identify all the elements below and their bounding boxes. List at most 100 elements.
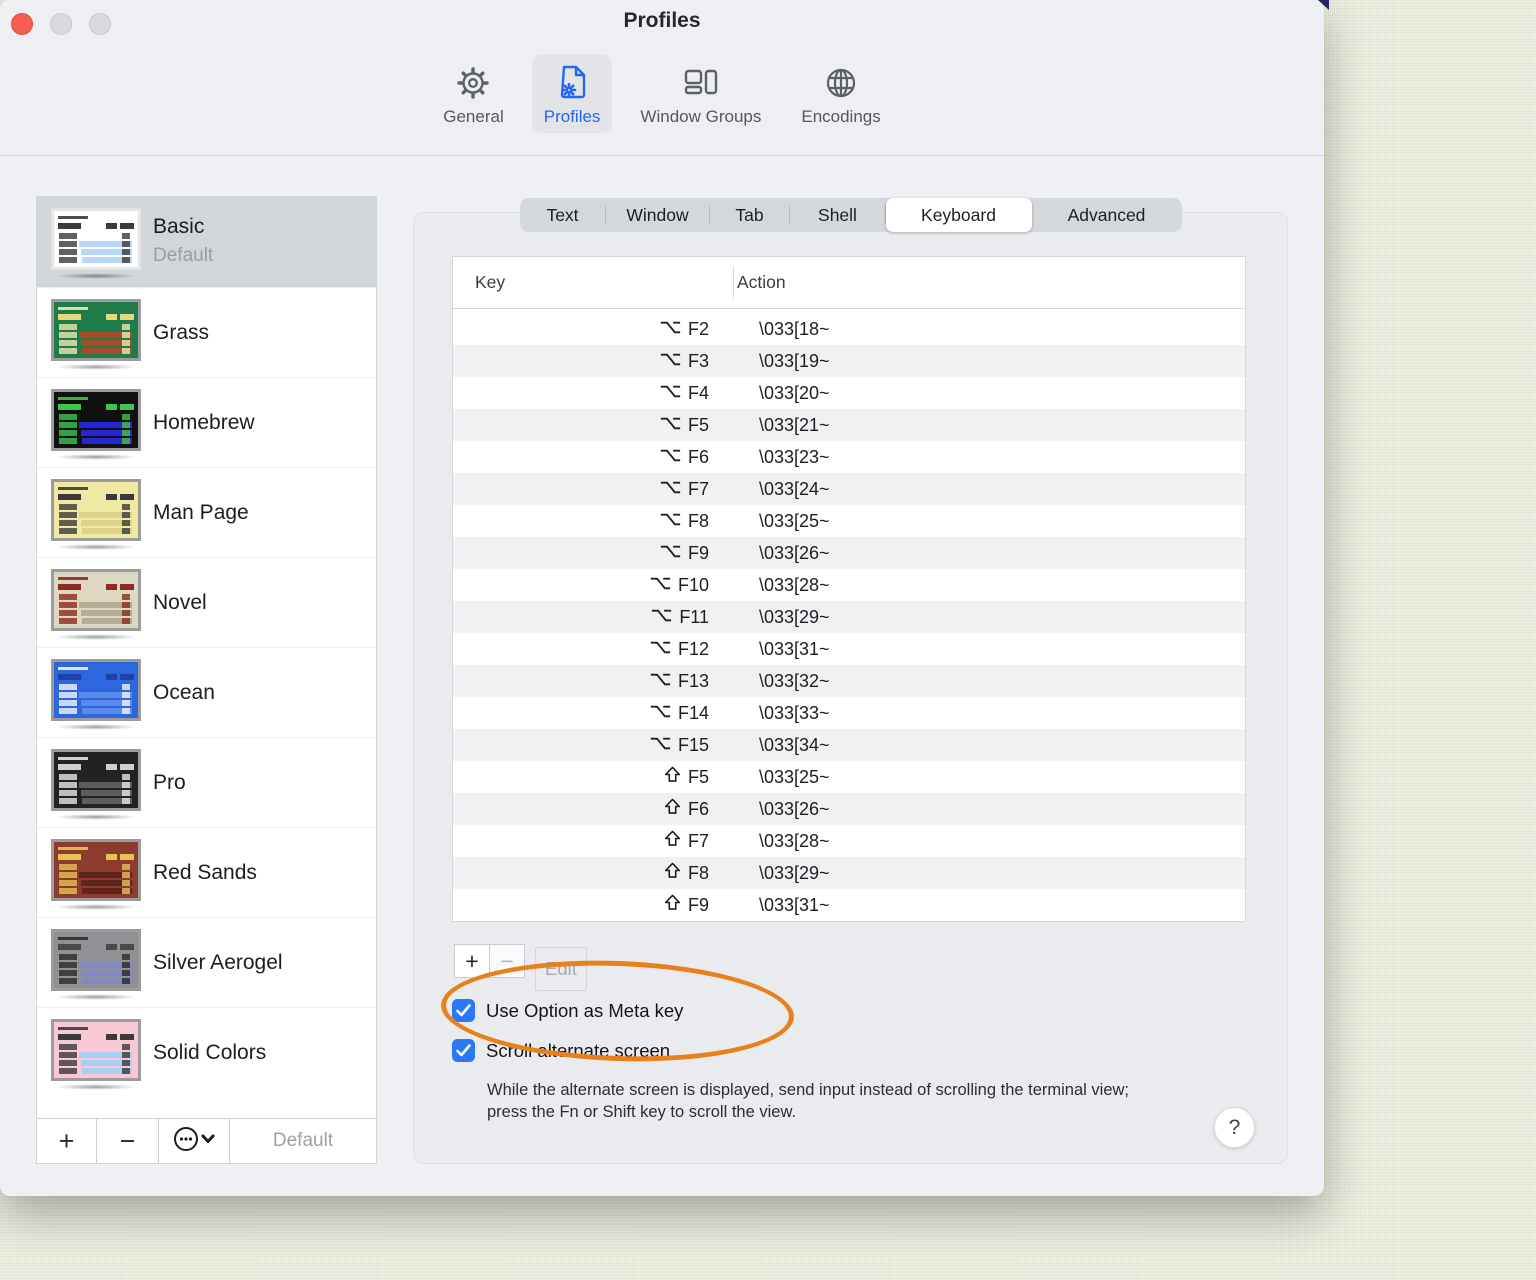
profile-item-pro[interactable]: Pro [37, 737, 376, 827]
table-row[interactable]: F14 \033[33~ [453, 697, 1245, 729]
profile-item-basic[interactable]: Basic Default [37, 197, 376, 287]
profile-name: Red Sands [153, 860, 257, 884]
action-cell: \033[21~ [759, 414, 830, 435]
option-key-icon [660, 543, 681, 564]
profile-item-homebrew[interactable]: Homebrew [37, 377, 376, 467]
profile-thumbnail [51, 299, 141, 361]
profile-item-red-sands[interactable]: Red Sands [37, 827, 376, 917]
toolbar-item-window-groups[interactable]: Window Groups [628, 54, 773, 133]
action-cell: \033[20~ [759, 382, 830, 403]
key-label: F15 [677, 734, 709, 755]
globe-icon [821, 62, 861, 104]
tab-advanced[interactable]: Advanced [1032, 198, 1182, 232]
add-mapping-button[interactable]: + [454, 944, 490, 978]
key-cell: F2 [453, 319, 733, 340]
key-label: F11 [679, 606, 709, 627]
table-row[interactable]: F7 \033[28~ [453, 825, 1245, 857]
use-option-as-meta-checkbox[interactable] [452, 999, 475, 1022]
toolbar-item-encodings[interactable]: Encodings [789, 54, 892, 133]
key-label: F12 [677, 638, 709, 659]
key-cell: F9 [453, 894, 733, 916]
profile-item-ocean[interactable]: Ocean [37, 647, 376, 737]
action-cell: \033[23~ [759, 446, 830, 467]
table-row[interactable]: F6 \033[23~ [453, 441, 1245, 473]
table-row[interactable]: F10 \033[28~ [453, 569, 1245, 601]
scroll-alternate-screen-checkbox[interactable] [452, 1039, 475, 1062]
profile-name: Basic [153, 215, 205, 238]
toolbar-item-profiles[interactable]: Profiles [531, 54, 613, 133]
profile-item-silver-aerogel[interactable]: Silver Aerogel [37, 917, 376, 1007]
option-key-icon [660, 415, 681, 436]
action-cell: \033[19~ [759, 350, 830, 371]
profile-item-grass[interactable]: Grass [37, 287, 376, 377]
tab-window[interactable]: Window [606, 198, 710, 232]
profile-item-novel[interactable]: Novel [37, 557, 376, 647]
table-row[interactable]: F8 \033[29~ [453, 857, 1245, 889]
remove-mapping-button[interactable]: − [489, 944, 525, 978]
profile-thumbnail [51, 479, 141, 541]
table-row[interactable]: F5 \033[25~ [453, 761, 1245, 793]
key-label: F6 [687, 446, 709, 467]
table-row[interactable]: F8 \033[25~ [453, 505, 1245, 537]
add-profile-button[interactable]: + [37, 1119, 97, 1163]
table-row[interactable]: F7 \033[24~ [453, 473, 1245, 505]
toolbar-item-general[interactable]: General [431, 54, 515, 133]
table-row[interactable]: F5 \033[21~ [453, 409, 1245, 441]
tab-tab[interactable]: Tab [710, 198, 790, 232]
table-row[interactable]: F9 \033[26~ [453, 537, 1245, 569]
table-row[interactable]: F4 \033[20~ [453, 377, 1245, 409]
action-cell: \033[18~ [759, 318, 830, 339]
table-row[interactable]: F3 \033[19~ [453, 345, 1245, 377]
key-label: F9 [687, 542, 709, 563]
thumbnail-shadow [55, 364, 137, 370]
alternate-screen-help-text: While the alternate screen is displayed,… [487, 1081, 1130, 1121]
table-row[interactable]: F15 \033[34~ [453, 729, 1245, 761]
edit-mapping-button[interactable]: Edit [535, 947, 587, 991]
toolbar-item-label: Profiles [543, 107, 601, 126]
tab-text[interactable]: Text [520, 198, 606, 232]
table-row[interactable]: F6 \033[26~ [453, 793, 1245, 825]
remove-profile-button[interactable]: − [97, 1119, 159, 1163]
key-cell: F9 [453, 543, 733, 564]
key-label: F5 [687, 414, 709, 435]
table-row[interactable]: F2 \033[18~ [453, 313, 1245, 345]
profile-name: Homebrew [153, 410, 255, 434]
help-button[interactable]: ? [1214, 1107, 1255, 1148]
key-label: F9 [687, 894, 709, 915]
profile-item-solid-colors[interactable]: Solid Colors [37, 1007, 376, 1097]
option-key-icon [660, 511, 681, 532]
profile-actions-menu-button[interactable] [159, 1119, 230, 1163]
action-cell: \033[29~ [759, 862, 830, 883]
table-row[interactable]: F9 \033[31~ [453, 889, 1245, 921]
profile-thumbnail [51, 389, 141, 451]
titlebar: Profiles General Profiles Window Groups … [0, 0, 1324, 156]
key-cell: F8 [453, 862, 733, 884]
shift-key-icon [664, 766, 681, 788]
column-header-action: Action [737, 272, 786, 292]
profile-item-man-page[interactable]: Man Page [37, 467, 376, 557]
key-label: F5 [687, 766, 709, 787]
key-mapping-table: Key Action F2 \033[18~ F3 \033[19~ F4 \0… [452, 256, 1246, 922]
option-key-icon [660, 319, 681, 340]
action-cell: \033[25~ [759, 510, 830, 531]
option-key-icon [650, 735, 671, 756]
table-row[interactable]: F13 \033[32~ [453, 665, 1245, 697]
key-label: F14 [677, 702, 709, 723]
action-cell: \033[29~ [759, 606, 830, 627]
tab-shell[interactable]: Shell [790, 198, 886, 232]
key-label: F7 [687, 478, 709, 499]
key-cell: F6 [453, 798, 733, 820]
key-cell: F7 [453, 479, 733, 500]
tab-keyboard[interactable]: Keyboard [885, 198, 1032, 232]
table-row[interactable]: F11 \033[29~ [453, 601, 1245, 633]
table-row[interactable]: F12 \033[31~ [453, 633, 1245, 665]
key-label: F3 [687, 350, 709, 371]
option-key-icon [660, 479, 681, 500]
profile-subtitle: Default [153, 245, 214, 266]
checkmark-icon [456, 1004, 471, 1017]
action-cell: \033[26~ [759, 798, 830, 819]
set-default-button[interactable]: Default [230, 1119, 376, 1163]
option-key-icon [651, 607, 672, 628]
key-label: F6 [687, 798, 709, 819]
key-label: F8 [687, 862, 709, 883]
